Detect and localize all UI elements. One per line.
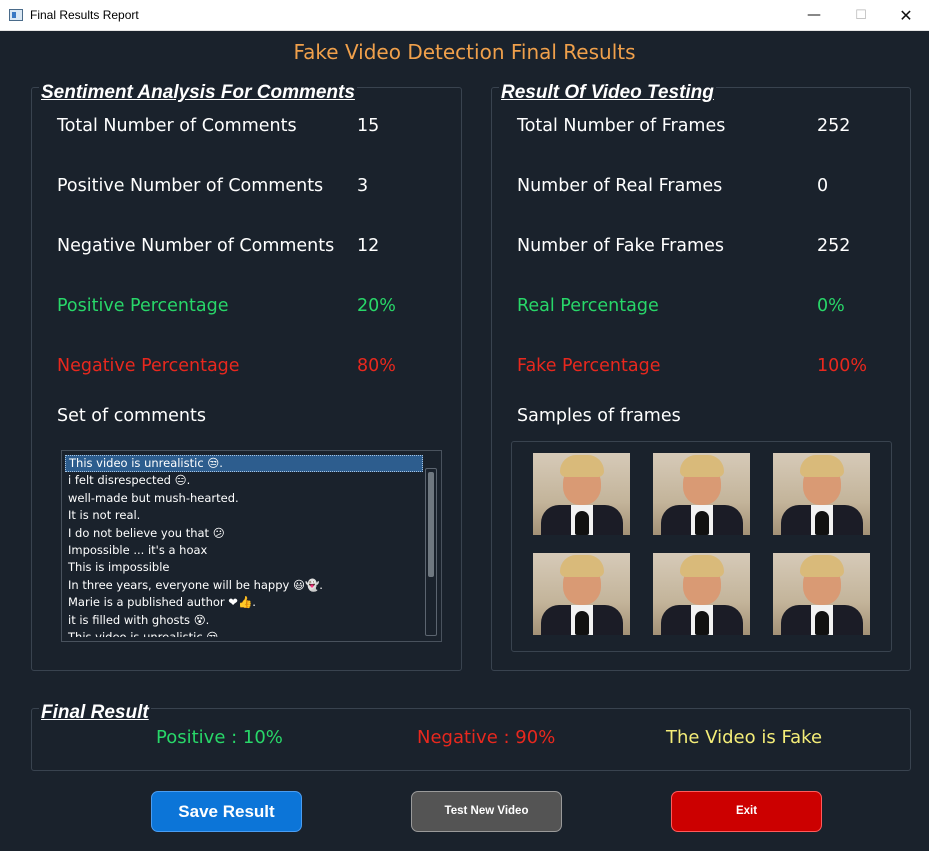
maximize-button[interactable]: ☐: [838, 0, 884, 31]
video-legend: Result Of Video Testing: [499, 82, 716, 104]
fake-frames-label: Number of Fake Frames: [517, 236, 724, 256]
negative-percentage-label: Negative Percentage: [57, 356, 240, 376]
positive-percentage-value: 20%: [357, 296, 396, 316]
frame-sample-image: [653, 453, 750, 535]
list-item[interactable]: In three years, everyone will be happy 😃…: [65, 577, 423, 594]
frame-sample-image: [773, 553, 870, 635]
comments-scrollbar[interactable]: [425, 468, 437, 636]
frame-sample-image: [653, 553, 750, 635]
positive-comments-value: 3: [357, 176, 369, 196]
list-item[interactable]: Impossible ... it's a hoax: [65, 542, 423, 559]
list-item[interactable]: It is not real.: [65, 507, 423, 524]
negative-comments-label: Negative Number of Comments: [57, 236, 335, 256]
real-percentage-label: Real Percentage: [517, 296, 659, 316]
fake-percentage-label: Fake Percentage: [517, 356, 661, 376]
list-item[interactable]: This video is unrealistic 😒.: [65, 629, 423, 637]
fake-frames-value: 252: [817, 236, 851, 256]
final-verdict: The Video is Fake: [666, 727, 823, 748]
test-new-video-button[interactable]: Test New Video: [411, 791, 562, 832]
total-comments-label: Total Number of Comments: [57, 116, 297, 136]
comments-list[interactable]: This video is unrealistic 😒. i felt disr…: [61, 450, 442, 642]
list-item[interactable]: This video is unrealistic 😒.: [65, 455, 423, 473]
positive-percentage-label: Positive Percentage: [57, 296, 229, 316]
list-item[interactable]: i felt disrespected 😑.: [65, 472, 423, 489]
positive-comments-label: Positive Number of Comments: [57, 176, 324, 196]
save-result-button[interactable]: Save Result: [151, 791, 302, 832]
main-title: Fake Video Detection Final Results: [293, 40, 636, 64]
real-percentage-value: 0%: [817, 296, 845, 316]
final-positive-result: Positive : 10%: [156, 727, 283, 748]
list-item[interactable]: Marie is a published author ❤👍.: [65, 594, 423, 611]
real-frames-label: Number of Real Frames: [517, 176, 723, 196]
frame-samples-panel: [511, 441, 892, 652]
final-result-legend: Final Result: [39, 702, 151, 724]
list-item[interactable]: well-made but mush-hearted.: [65, 490, 423, 507]
frame-sample-image: [533, 553, 630, 635]
exit-button[interactable]: Exit: [671, 791, 822, 832]
window-titlebar: Final Results Report — ☐ ✕: [0, 0, 929, 31]
negative-percentage-value: 80%: [357, 356, 396, 376]
comments-scroll-thumb[interactable]: [428, 472, 434, 577]
sentiment-legend: Sentiment Analysis For Comments: [39, 82, 357, 104]
frames-samples-label: Samples of frames: [517, 406, 681, 426]
total-frames-label: Total Number of Frames: [517, 116, 726, 136]
list-item[interactable]: it is filled with ghosts 😵.: [65, 612, 423, 629]
final-negative-result: Negative : 90%: [417, 727, 556, 748]
fake-percentage-value: 100%: [817, 356, 868, 376]
real-frames-value: 0: [817, 176, 829, 196]
total-comments-value: 15: [357, 116, 380, 136]
comments-list-label: Set of comments: [57, 406, 206, 426]
list-item[interactable]: This is impossible: [65, 559, 423, 576]
minimize-button[interactable]: —: [791, 0, 837, 31]
total-frames-value: 252: [817, 116, 851, 136]
frame-sample-image: [773, 453, 870, 535]
close-button[interactable]: ✕: [883, 0, 929, 31]
app-window-icon: [9, 9, 23, 21]
frame-sample-image: [533, 453, 630, 535]
comments-list-viewport: This video is unrealistic 😒. i felt disr…: [65, 455, 423, 637]
window-title: Final Results Report: [30, 8, 139, 22]
negative-comments-value: 12: [357, 236, 380, 256]
list-item[interactable]: I do not believe you that 😕: [65, 525, 423, 542]
